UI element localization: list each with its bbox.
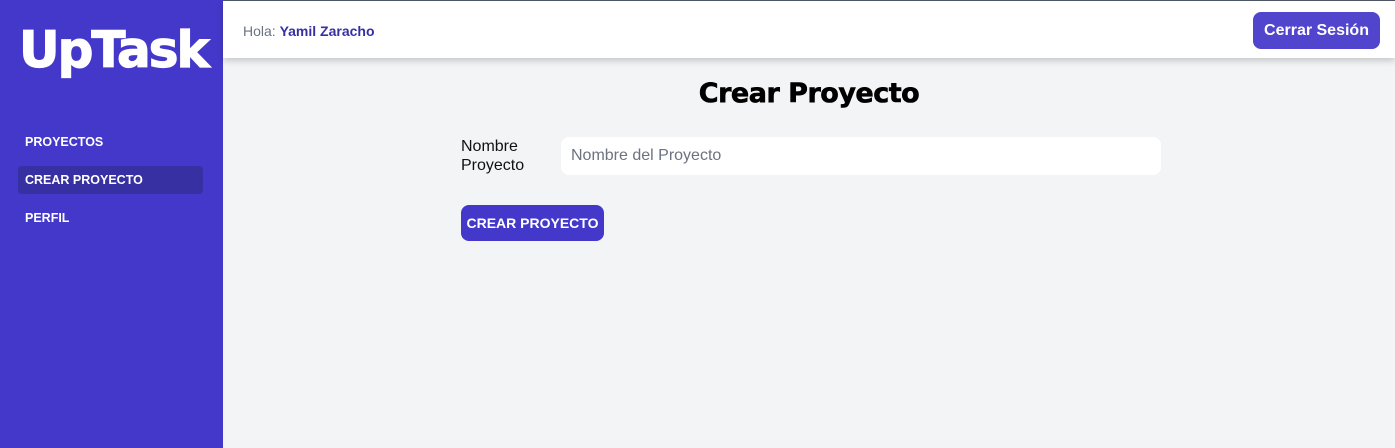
- sidebar: UpTask PROYECTOS CREAR PROYECTO PERFIL: [0, 0, 223, 448]
- sidebar-item-perfil[interactable]: PERFIL: [18, 204, 203, 232]
- main-content: Hola: Yamil Zaracho Cerrar Sesión Crear …: [223, 0, 1395, 448]
- create-project-button[interactable]: CREAR PROYECTO: [461, 205, 604, 241]
- sidebar-item-proyectos[interactable]: PROYECTOS: [18, 128, 203, 156]
- sidebar-nav: PROYECTOS CREAR PROYECTO PERFIL: [18, 128, 203, 242]
- user-name: Yamil Zaracho: [279, 23, 375, 39]
- project-name-label: Nombre Proyecto: [461, 138, 525, 174]
- app-logo: UpTask: [18, 21, 210, 79]
- greeting: Hola: Yamil Zaracho: [243, 23, 375, 39]
- logout-button[interactable]: Cerrar Sesión: [1253, 12, 1380, 49]
- sidebar-item-crear-proyecto[interactable]: CREAR PROYECTO: [18, 166, 203, 194]
- app-layout: UpTask PROYECTOS CREAR PROYECTO PERFIL H…: [0, 0, 1395, 448]
- greeting-prefix: Hola:: [243, 23, 276, 39]
- top-bar: Hola: Yamil Zaracho Cerrar Sesión: [223, 0, 1395, 58]
- project-name-field-row: Nombre Proyecto: [461, 136, 1161, 176]
- project-name-input[interactable]: [561, 137, 1161, 175]
- page-title: Crear Proyecto: [698, 78, 920, 110]
